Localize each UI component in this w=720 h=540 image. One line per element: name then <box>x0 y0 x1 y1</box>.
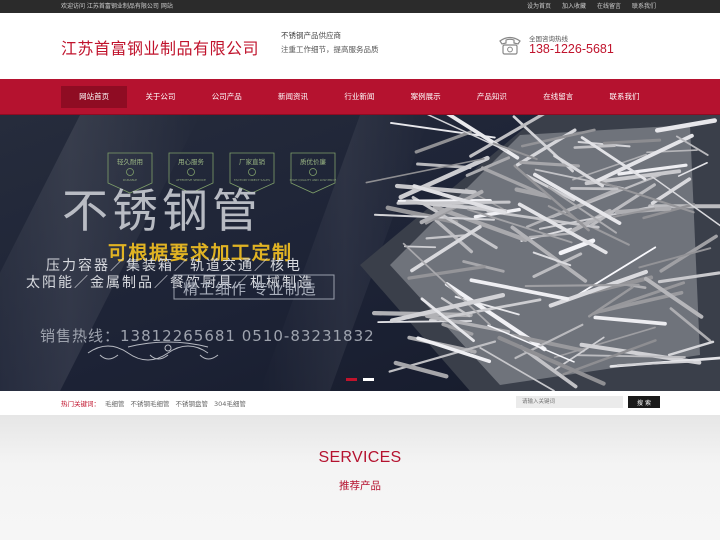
slider-dots <box>346 378 374 381</box>
steel-tube <box>396 200 511 205</box>
hero-banner[interactable]: 轻久耐用 DURABLE 用心服务 ATTENTIVE SERVICE 厂家直销 FACT… <box>0 115 720 391</box>
site-header: 江苏首富钢业制品有限公司 不锈钢产品供应商 注重工作细节，提高服务品质 全国咨询… <box>0 13 720 79</box>
nav-item-home[interactable]: 网站首页 <box>61 86 128 108</box>
nav-item-cases[interactable]: 案例展示 <box>392 86 458 108</box>
banner-applications-1: 压力容器／集装箱／轨道交通／核电 <box>46 257 302 274</box>
banner-sales-hotline: 销售热线：13812265681 0510-83231832 <box>40 327 375 345</box>
nav-item-about[interactable]: 关于公司 <box>127 86 193 108</box>
slider-dot-2[interactable] <box>363 378 374 381</box>
company-logo[interactable]: 江苏首富钢业制品有限公司 <box>61 35 259 59</box>
badge-title: 轻久耐用 <box>117 157 143 166</box>
steel-tube <box>524 283 640 288</box>
badge-subtitle: DURABLE <box>123 178 137 182</box>
steel-tube <box>403 245 437 249</box>
services-title-zh: 推荐产品 <box>339 480 381 492</box>
services-title-en: SERVICES <box>318 449 402 466</box>
nav-item-news[interactable]: 新闻资讯 <box>260 86 326 108</box>
badge-title: 质优价廉 <box>300 157 327 166</box>
keyword-link[interactable]: 毛细管 <box>105 398 125 408</box>
slider-dot-1[interactable] <box>346 378 357 381</box>
nav-item-product-knowledge[interactable]: 产品知识 <box>459 86 525 108</box>
badge-subtitle: ATTENTIVE SERVICE <box>176 178 206 182</box>
search-input[interactable] <box>516 396 623 408</box>
badge-title: 用心服务 <box>178 157 205 166</box>
welcome-text: 欢迎访问 江苏首富钢业制品有限公司 网站 <box>61 3 173 10</box>
badge-subtitle: FACTORY DIRECT SALES <box>234 178 270 182</box>
banner-quality-tag: 精工细作 专业制造 <box>183 280 317 298</box>
add-favorite-link[interactable]: 加入收藏 <box>562 0 586 13</box>
hotline-number: 138-1226-5681 <box>529 42 614 56</box>
set-homepage-link[interactable]: 设为首页 <box>527 0 551 13</box>
nav-item-industry-news[interactable]: 行业新闻 <box>326 86 392 108</box>
nav-item-products[interactable]: 公司产品 <box>194 86 260 108</box>
badge-subtitle: HIGH QUALITY AND LOW PRICE <box>290 178 337 182</box>
top-bar: 欢迎访问 江苏首富钢业制品有限公司 网站 设为首页 加入收藏 在线留言 联系我们 <box>0 0 720 13</box>
services-section: SERVICES 推荐产品 <box>0 415 720 540</box>
contact-us-link[interactable]: 联系我们 <box>632 0 656 13</box>
nav-item-message[interactable]: 在线留言 <box>525 86 591 108</box>
slogan-line-1: 不锈钢产品供应商 <box>281 31 341 40</box>
keyword-link[interactable]: 不锈钢盘管 <box>176 398 209 408</box>
keyword-link[interactable]: 304毛细管 <box>214 398 246 408</box>
telephone-icon <box>499 36 521 55</box>
hot-keywords-list: 毛细管 不锈钢毛细管 不锈钢盘管 304毛细管 <box>105 398 246 408</box>
badge-title: 厂家直销 <box>239 157 266 166</box>
banner-graphic: 轻久耐用 DURABLE 用心服务 ATTENTIVE SERVICE 厂家直销 FACT… <box>0 115 720 391</box>
top-links: 设为首页 加入收藏 在线留言 联系我们 <box>527 0 656 13</box>
search-button[interactable]: 搜 索 <box>628 396 660 408</box>
hot-keywords-label: 热门关键词： <box>61 400 100 408</box>
keyword-bar: 热门关键词： 毛细管 不锈钢毛细管 不锈钢盘管 304毛细管 搜 索 <box>0 391 720 415</box>
slogan-line-2: 注重工作细节，提高服务品质 <box>281 45 379 54</box>
banner-headline: 不锈钢管 <box>62 184 262 238</box>
online-message-link[interactable]: 在线留言 <box>597 0 621 13</box>
nav-item-contact[interactable]: 联系我们 <box>591 86 657 108</box>
main-nav: 网站首页 关于公司 公司产品 新闻资讯 行业新闻 案例展示 产品知识 在线留言 … <box>0 79 720 115</box>
keyword-link[interactable]: 不锈钢毛细管 <box>131 398 170 408</box>
